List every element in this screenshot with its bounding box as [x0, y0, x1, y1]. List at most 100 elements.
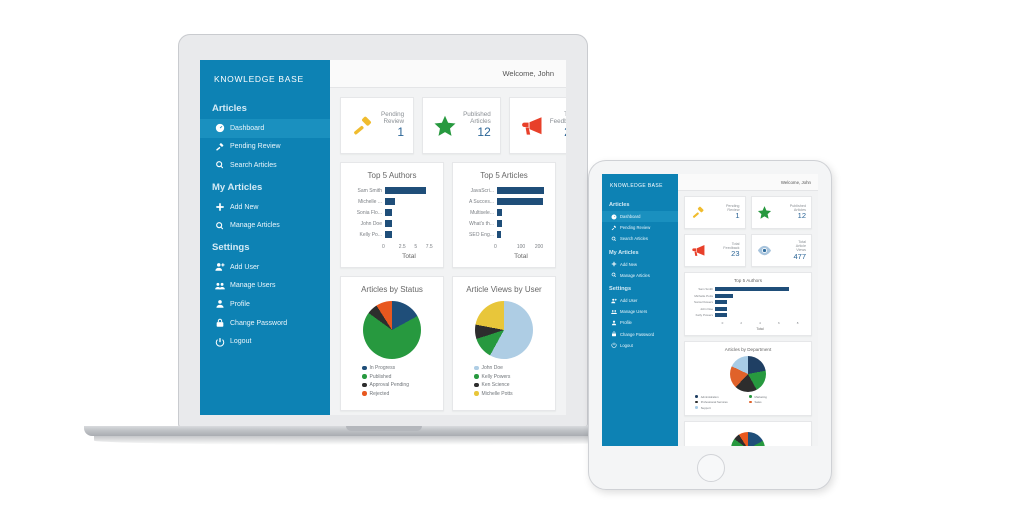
- bar-fill: [497, 231, 501, 238]
- sidebar-section-title: Settings: [609, 285, 632, 292]
- sidebar-item-profile[interactable]: Profile: [602, 317, 678, 328]
- sidebar-item-label: Add New: [230, 203, 259, 211]
- sidebar-item-logout[interactable]: Logout: [602, 340, 678, 351]
- laptop-lid: KNOWLEDGE BASE Articles Dashboard Pending …: [178, 34, 588, 428]
- stat-card[interactable]: Pending Review 1: [340, 97, 415, 154]
- stat-text: Pending Review 1: [709, 204, 740, 221]
- legend-item: In Progress: [362, 365, 436, 371]
- sidebar-item-pending-review[interactable]: Pending Review: [602, 222, 678, 233]
- chart-stack-tablet: Top 5 Authors Sam Smith Michelle Potts Soni…: [684, 272, 812, 446]
- sidebar-item-dashboard[interactable]: Dashboard: [602, 211, 678, 223]
- laptop-screen: KNOWLEDGE BASE Articles Dashboard Pending …: [200, 60, 566, 415]
- star-icon: [757, 205, 773, 221]
- sidebar-item-add-user[interactable]: Add User: [200, 258, 330, 277]
- gavel-icon: [350, 113, 376, 139]
- bar-row: Sam Smith: [689, 287, 807, 291]
- bar-row: A Succes...: [460, 198, 548, 205]
- bar-label: John Doe: [360, 220, 382, 227]
- welcome-text: Welcome, John: [502, 69, 554, 78]
- bar-label: Multisele...: [470, 209, 494, 216]
- brand-title: KNOWLEDGE BASE: [214, 74, 304, 84]
- sidebar-item-profile[interactable]: Profile: [200, 295, 330, 314]
- stat-card-row: PendingReview1 PublishedArticles12 TotalFe…: [340, 97, 566, 154]
- sidebar-item-manage-users[interactable]: Manage Users: [200, 277, 330, 296]
- sidebar-item-search-articles[interactable]: Search Articles: [602, 233, 678, 244]
- search-icon: [214, 221, 225, 231]
- megaphone-icon: [519, 113, 545, 139]
- device-mockup-scene: KNOWLEDGE BASE Articles Dashboard Pending …: [0, 0, 1020, 519]
- axis-tick: 2: [740, 320, 743, 325]
- bar-label: Kelly Powers: [695, 313, 713, 317]
- bar-chart: JavaScri... A Succes... Multisele... What's…: [460, 187, 548, 242]
- chart-card-top-authors: Top 5 Authors Sam Smith Michelle ... Sonia …: [340, 162, 444, 268]
- legend-label: In Progress: [369, 365, 396, 371]
- axis-title: Total: [402, 253, 416, 260]
- sidebar-item-dashboard[interactable]: Dashboard: [200, 119, 330, 138]
- plus-icon: [214, 202, 225, 212]
- chart-title: Top 5 Articles: [480, 171, 528, 180]
- legend-color-dot: [695, 400, 698, 404]
- dashboard-icon: [214, 123, 225, 133]
- x-axis: 0 2.5 5 7.5: [382, 244, 436, 250]
- sidebar-item-manage-users[interactable]: Manage Users: [602, 306, 678, 317]
- sidebar-item-change-password[interactable]: Change Password: [200, 314, 330, 333]
- bar-row: SEO Eng...: [460, 231, 548, 238]
- bar-row: John Doe: [689, 306, 807, 311]
- legend-item: Professional Services: [695, 400, 749, 404]
- bar-fill: [497, 220, 503, 227]
- lock-icon: [214, 318, 225, 328]
- stat-card[interactable]: Pending Review 1: [684, 196, 746, 229]
- topbar-tablet: Welcome, John: [678, 174, 818, 191]
- stat-card[interactable]: Published Articles 12: [422, 97, 501, 154]
- chart-title: Articles by Status: [361, 285, 423, 294]
- sidebar-item-label: Add User: [230, 263, 260, 271]
- bar-label: JavaScri...: [470, 187, 494, 194]
- stat-text: TotalFeedback23: [550, 111, 566, 140]
- tablet-home-button[interactable]: [697, 454, 725, 482]
- gavel-icon: [690, 205, 706, 221]
- stat-card[interactable]: TotalFeedback23: [508, 97, 566, 154]
- legend-label: Marketing: [754, 394, 767, 399]
- user-icon: [610, 320, 617, 326]
- stat-text: Published Articles 12: [463, 111, 491, 140]
- sidebar-item-label: Profile: [230, 300, 250, 308]
- main-area-tablet: Welcome, John Pending Review 1 Published Art…: [678, 174, 818, 446]
- legend-item: Published: [362, 374, 436, 380]
- legend-item: John Doe: [474, 365, 548, 371]
- sidebar-nav-tablet: Articles Dashboard Pending Review Search Ar…: [602, 197, 678, 351]
- stat-card[interactable]: Total Article Views 477: [750, 234, 812, 267]
- bar-track: [385, 231, 436, 238]
- legend-label: Michelle Potts: [481, 390, 513, 397]
- bar-track: [715, 306, 807, 311]
- sidebar-item-pending-review[interactable]: Pending Review: [200, 138, 330, 157]
- chart-title: Top 5 Authors: [367, 171, 417, 180]
- sidebar-section-title: My Articles: [609, 249, 639, 256]
- plus-icon: [610, 261, 617, 267]
- stat-card[interactable]: TotalFeedback23: [684, 234, 746, 267]
- bar-fill: [715, 287, 789, 291]
- sidebar-item-change-password[interactable]: Change Password: [602, 329, 678, 340]
- sidebar-item-search-articles[interactable]: Search Articles: [200, 156, 330, 175]
- sidebar-item-add-new[interactable]: Add New: [200, 198, 330, 217]
- legend-label: Approval Pending: [369, 382, 409, 388]
- main-area: Welcome, John Pending Review 1 Published Art…: [330, 60, 566, 415]
- search-icon: [214, 160, 225, 170]
- dashboard-icon: [610, 214, 617, 220]
- legend-item: Michelle Potts: [474, 391, 548, 397]
- sidebar-item-logout[interactable]: Logout: [200, 332, 330, 351]
- megaphone-icon: [690, 243, 706, 259]
- sidebar-item-label: Manage Users: [620, 309, 648, 315]
- user-plus-icon: [214, 262, 225, 272]
- chart-title: Top 5 Authors: [733, 278, 763, 283]
- chart-title: Article Views by User: [466, 285, 542, 294]
- sidebar-section-title: My Articles: [212, 181, 263, 193]
- bar-fill: [715, 300, 728, 304]
- stat-text: Total Article Views 477: [776, 240, 806, 261]
- sidebar-item-manage-articles[interactable]: Manage Articles: [602, 270, 678, 281]
- sidebar-item-manage-articles[interactable]: Manage Articles: [200, 216, 330, 235]
- sidebar-item-add-new[interactable]: Add New: [602, 259, 678, 270]
- sidebar-item-add-user[interactable]: Add User: [602, 295, 678, 306]
- bar-fill: [497, 187, 545, 194]
- stat-card[interactable]: Published Articles 12: [750, 196, 812, 229]
- user-icon: [214, 299, 225, 309]
